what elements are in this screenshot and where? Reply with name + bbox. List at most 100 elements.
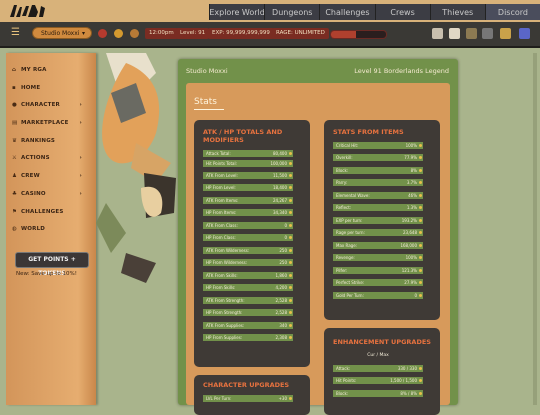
info-icon[interactable] xyxy=(419,294,422,297)
info-icon[interactable] xyxy=(289,162,292,165)
sidebar-item-casino[interactable]: ♣ CASINO › xyxy=(12,188,92,200)
info-icon[interactable] xyxy=(419,219,422,222)
info-icon[interactable] xyxy=(289,261,292,264)
info-icon[interactable] xyxy=(289,211,292,214)
info-icon[interactable] xyxy=(289,299,292,302)
info-icon[interactable] xyxy=(419,367,422,370)
info-icon[interactable] xyxy=(419,256,422,259)
info-icon[interactable] xyxy=(289,199,292,202)
inventory-icon[interactable] xyxy=(432,28,443,39)
health-potion-icon[interactable] xyxy=(98,29,107,38)
character-icon[interactable] xyxy=(130,29,139,38)
table-row: Elemental Wave: 46% xyxy=(333,192,423,199)
nav-challenges[interactable]: Challenges xyxy=(319,4,375,20)
info-icon[interactable] xyxy=(419,169,422,172)
info-icon[interactable] xyxy=(289,249,292,252)
info-icon[interactable] xyxy=(419,181,422,184)
stat-value: 8% xyxy=(410,168,417,173)
table-row: HP From Items: 34,340 xyxy=(203,209,293,216)
game-toolbar: ☰ Studio Moxxi ▾ 12:00pm Level: 91 EXP: … xyxy=(0,22,540,48)
table-row: ATK From Supplies: 340 xyxy=(203,322,293,329)
nav-crews[interactable]: Crews xyxy=(374,4,430,20)
sidebar-item-my-rga[interactable]: ⌂ MY RGA xyxy=(12,64,92,76)
chest-icon[interactable] xyxy=(500,28,511,39)
stat-label: HP From Skills: xyxy=(206,285,236,290)
stat-value: 193.2% xyxy=(401,218,417,223)
sidebar-item-challenges[interactable]: ⚑ CHALLENGES xyxy=(12,206,92,218)
time-badge: 12:00pm xyxy=(145,28,178,39)
info-icon[interactable] xyxy=(419,231,422,234)
stat-label: Revenge: xyxy=(336,255,355,260)
stats-underline xyxy=(194,109,224,110)
info-icon[interactable] xyxy=(419,269,422,272)
sidebar-item-crew[interactable]: ♟ CREW › xyxy=(12,170,92,182)
table-row: HP From Level: 18,400 xyxy=(203,184,293,191)
character-select[interactable]: Studio Moxxi ▾ xyxy=(32,27,92,39)
table-row: Attack: 330 / 330 xyxy=(333,365,423,372)
table-row: Perfect Strike: 27.9% xyxy=(333,279,423,286)
info-icon[interactable] xyxy=(419,392,422,395)
info-icon[interactable] xyxy=(289,336,292,339)
info-icon[interactable] xyxy=(289,236,292,239)
table-row: Max Rage: 168,000 xyxy=(333,242,423,249)
stat-label: ATK From Class: xyxy=(206,223,238,228)
sidebar-item-actions[interactable]: ⚔ ACTIONS › xyxy=(12,152,92,164)
column-header: Cur / Max xyxy=(367,353,389,358)
stat-value: 330 / 330 xyxy=(397,366,417,371)
info-icon[interactable] xyxy=(419,281,422,284)
table-row: HP From Wilderness: 250 xyxy=(203,259,293,266)
stat-value: 3.7% xyxy=(406,180,417,185)
stat-label: ATK From Skills: xyxy=(206,273,238,278)
card-title: ENHANCEMENT UPGRADES xyxy=(333,338,431,346)
skull-icon[interactable] xyxy=(449,28,460,39)
info-icon[interactable] xyxy=(289,286,292,289)
card-title: ATK / HP TOTALS AND MODIFIERS xyxy=(203,128,283,144)
page-scrollbar[interactable] xyxy=(533,53,537,405)
table-row: ATK From Wilderness: 250 xyxy=(203,247,293,254)
table-row: Critical Hit: 100% xyxy=(333,142,423,149)
info-icon[interactable] xyxy=(289,324,292,327)
sidebar-item-world[interactable]: ◍ WORLD xyxy=(12,223,92,235)
exp-badge: EXP: 99,999,999,999 xyxy=(208,28,274,39)
nav-thieves[interactable]: Thieves xyxy=(429,4,485,20)
info-icon[interactable] xyxy=(289,152,292,155)
info-icon[interactable] xyxy=(289,174,292,177)
info-icon[interactable] xyxy=(289,311,292,314)
get-points-button[interactable]: GET POINTS + TOKENS xyxy=(15,252,89,277)
promo-text: New: Save up to 10%! xyxy=(16,271,77,277)
info-icon[interactable] xyxy=(419,379,422,382)
stat-value: 340 xyxy=(279,323,287,328)
stat-label: HP From Level: xyxy=(206,185,236,190)
info-icon[interactable] xyxy=(419,244,422,247)
menu-icon[interactable]: ☰ xyxy=(11,28,21,38)
info-icon[interactable] xyxy=(289,186,292,189)
sidebar-item-home[interactable]: ▪ HOME xyxy=(12,82,92,94)
info-icon[interactable] xyxy=(419,144,422,147)
info-icon[interactable] xyxy=(419,194,422,197)
trophy-icon[interactable] xyxy=(466,28,477,39)
card-title: CHARACTER UPGRADES xyxy=(203,381,290,389)
site-logo[interactable] xyxy=(8,2,48,20)
level-badge: Level: 91 xyxy=(176,28,210,39)
nav-explore-world[interactable]: Explore World xyxy=(209,4,265,20)
info-icon[interactable] xyxy=(289,274,292,277)
stat-value: 46% xyxy=(408,193,417,198)
info-icon[interactable] xyxy=(289,224,292,227)
card-title: STATS FROM ITEMS xyxy=(333,128,404,136)
nav-discord[interactable]: Discord xyxy=(484,4,540,20)
stat-label: ATK From Level: xyxy=(206,173,238,178)
table-row: HP From Skills: 4,200 xyxy=(203,284,293,291)
sidebar-item-rankings[interactable]: ♛ RANKINGS xyxy=(12,135,92,147)
sidebar-item-marketplace[interactable]: ▤ MARKETPLACE › xyxy=(12,117,92,129)
table-row: ATK From Skills: 1,860 xyxy=(203,272,293,279)
info-icon[interactable] xyxy=(419,206,422,209)
info-icon[interactable] xyxy=(289,397,292,400)
sidebar-item-character[interactable]: ● CHARACTER › xyxy=(12,99,92,111)
chevron-right-icon: › xyxy=(79,102,82,108)
gold-icon[interactable] xyxy=(114,29,123,38)
avatar[interactable] xyxy=(519,28,530,39)
gear-icon[interactable] xyxy=(482,28,493,39)
nav-dungeons[interactable]: Dungeons xyxy=(264,4,320,20)
info-icon[interactable] xyxy=(419,156,422,159)
stat-value: 1,500 / 1,500 xyxy=(390,378,417,383)
